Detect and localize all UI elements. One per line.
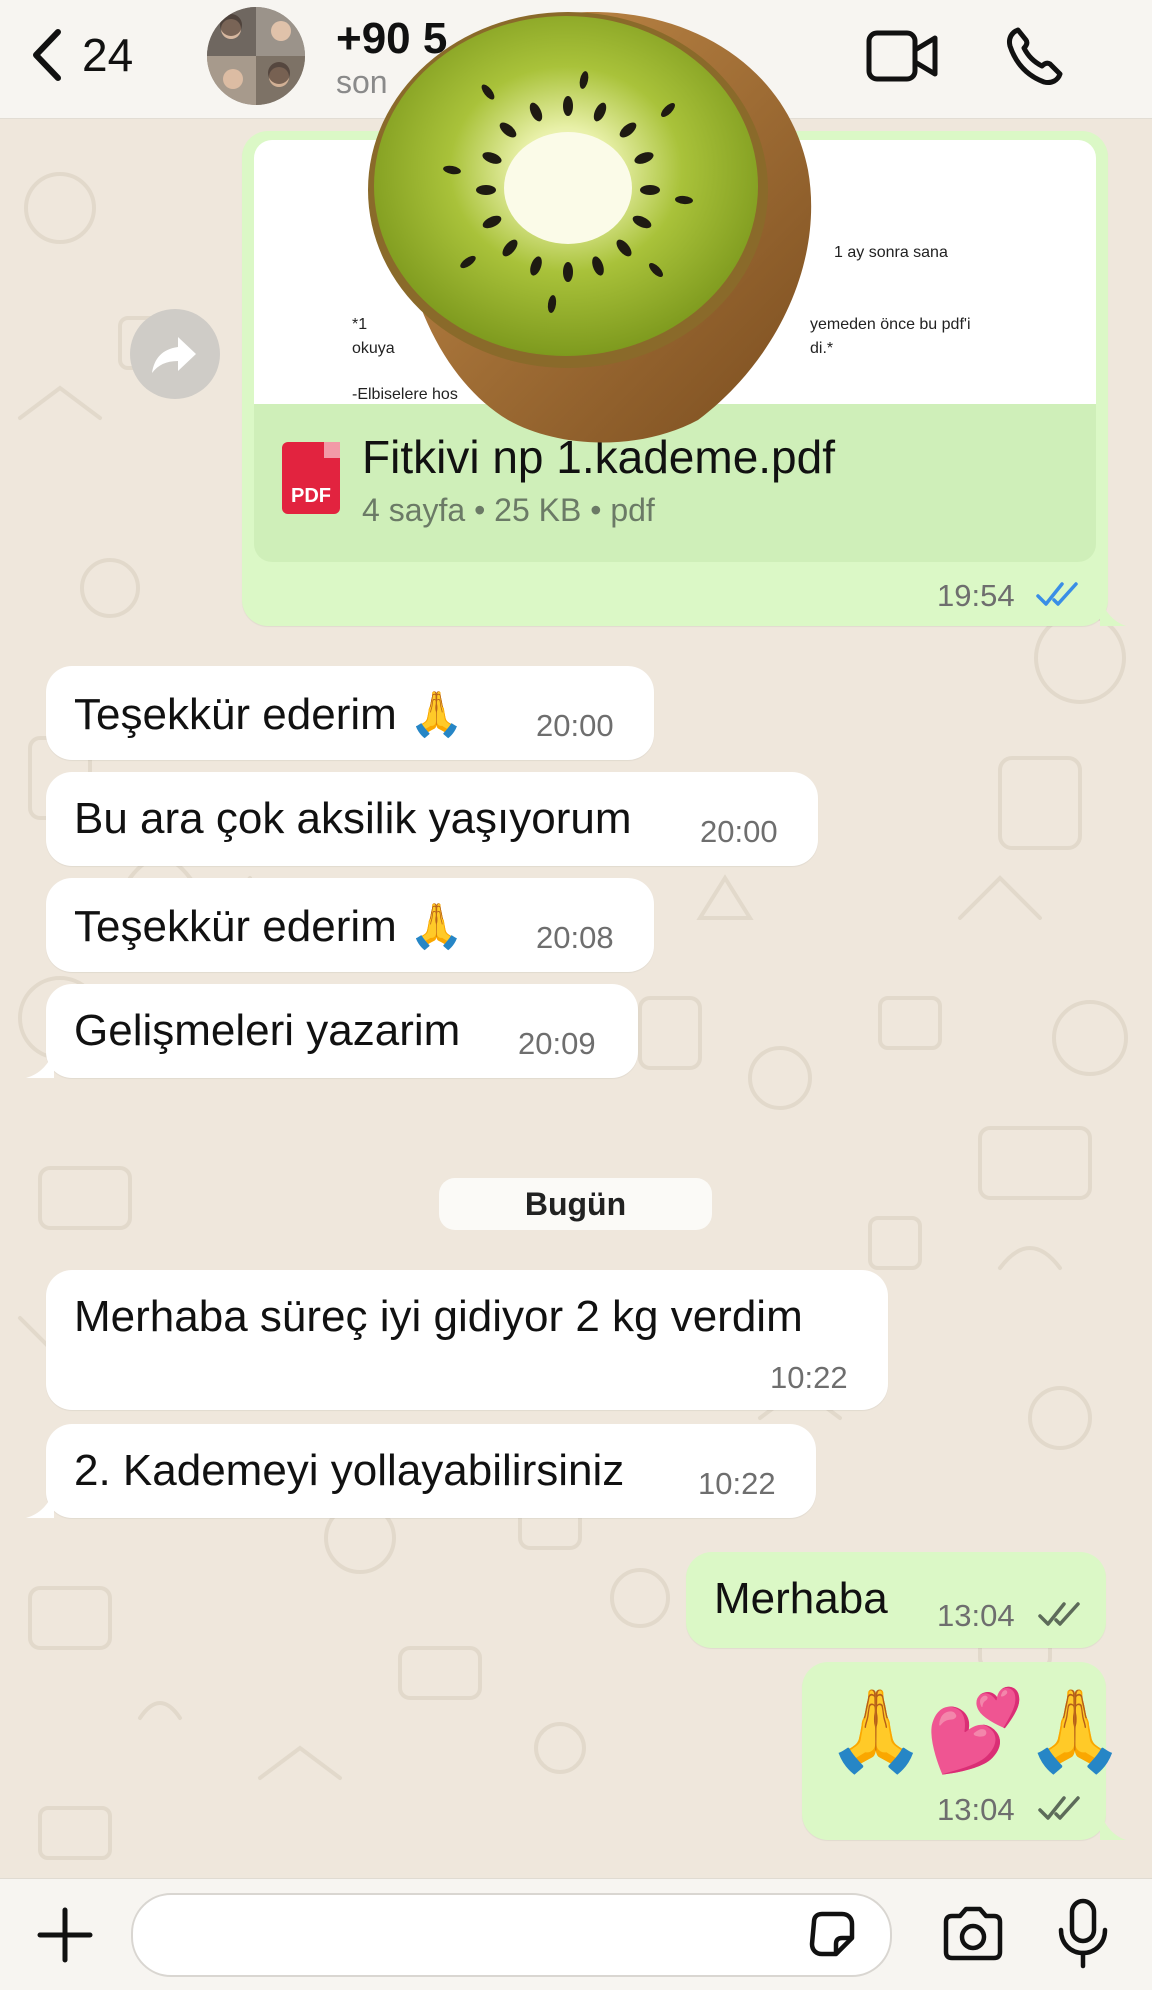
message-text: Teşekkür ederim 🙏 xyxy=(74,902,464,951)
message-input[interactable] xyxy=(131,1893,892,1977)
message-time: 19:54 xyxy=(937,578,1015,613)
message-text: 2. Kademeyi yollayabilirsiniz xyxy=(74,1446,625,1495)
message-text: Gelişmeleri yazarim xyxy=(74,1006,461,1055)
video-call-icon[interactable] xyxy=(866,30,938,82)
message-time: 10:22 xyxy=(698,1466,776,1501)
pdf-file-icon: PDF xyxy=(282,442,340,514)
bubble-tail xyxy=(1100,1810,1126,1840)
double-check-icon xyxy=(1036,582,1078,606)
message-time: 20:00 xyxy=(700,814,778,849)
bubble-tail xyxy=(1100,596,1126,626)
avatar[interactable] xyxy=(207,7,305,105)
chevron-left-icon xyxy=(33,29,61,81)
double-check-icon xyxy=(1038,1796,1080,1820)
message-bubble[interactable]: Merhaba süreç iyi gidiyor 2 kg verdim 10… xyxy=(46,1270,888,1410)
date-divider: Bugün xyxy=(439,1178,712,1230)
camera-icon[interactable] xyxy=(940,1906,1006,1962)
message-text: Merhaba süreç iyi gidiyor 2 kg verdim xyxy=(74,1292,803,1341)
unread-count: 24 xyxy=(82,29,134,81)
message-bubble[interactable]: Teşekkür ederim 🙏 20:00 xyxy=(46,666,654,760)
group-photo xyxy=(207,7,305,105)
kiwi-sticker xyxy=(368,11,812,443)
message-bubble[interactable]: 2. Kademeyi yollayabilirsiniz 10:22 xyxy=(46,1424,816,1518)
pdf-preview-line: 1 ay sonra sana xyxy=(834,244,948,261)
message-bubble[interactable]: Merhaba 13:04 xyxy=(686,1552,1106,1648)
message-time: 20:08 xyxy=(536,920,614,955)
plus-icon[interactable] xyxy=(36,1906,94,1964)
double-check-icon xyxy=(1038,1602,1080,1626)
sticker-icon[interactable] xyxy=(806,1908,858,1960)
bubble-tail xyxy=(26,1048,54,1078)
message-bubble[interactable]: Gelişmeleri yazarim 20:09 xyxy=(46,984,638,1078)
message-text: Merhaba xyxy=(714,1574,888,1623)
message-bubble[interactable]: Bu ara çok aksilik yaşıyorum 20:00 xyxy=(46,772,818,866)
forward-button[interactable] xyxy=(130,309,220,399)
message-bubble[interactable]: 🙏💕🙏 13:04 xyxy=(802,1662,1125,1840)
message-bubble[interactable]: Teşekkür ederim 🙏 20:08 xyxy=(46,878,654,972)
pdf-preview-line: yemeden önce bu pdf'i xyxy=(810,316,971,333)
message-time: 20:09 xyxy=(518,1026,596,1061)
forward-icon xyxy=(152,337,196,373)
back-button[interactable]: 24 xyxy=(30,28,133,82)
message-time: 13:04 xyxy=(937,1792,1015,1827)
microphone-icon[interactable] xyxy=(1056,1898,1110,1970)
message-time: 10:22 xyxy=(770,1360,848,1395)
bubble-tail xyxy=(26,1488,54,1518)
message-text: Teşekkür ederim 🙏 xyxy=(74,690,464,739)
message-time: 20:00 xyxy=(536,708,614,743)
message-time: 13:04 xyxy=(937,1598,1015,1633)
emoji-message: 🙏💕🙏 xyxy=(826,1686,1125,1775)
phone-icon[interactable] xyxy=(1004,26,1064,86)
pdf-file-meta: 4 sayfa • 25 KB • pdf xyxy=(362,492,655,528)
message-text: Bu ara çok aksilik yaşıyorum xyxy=(74,794,632,843)
